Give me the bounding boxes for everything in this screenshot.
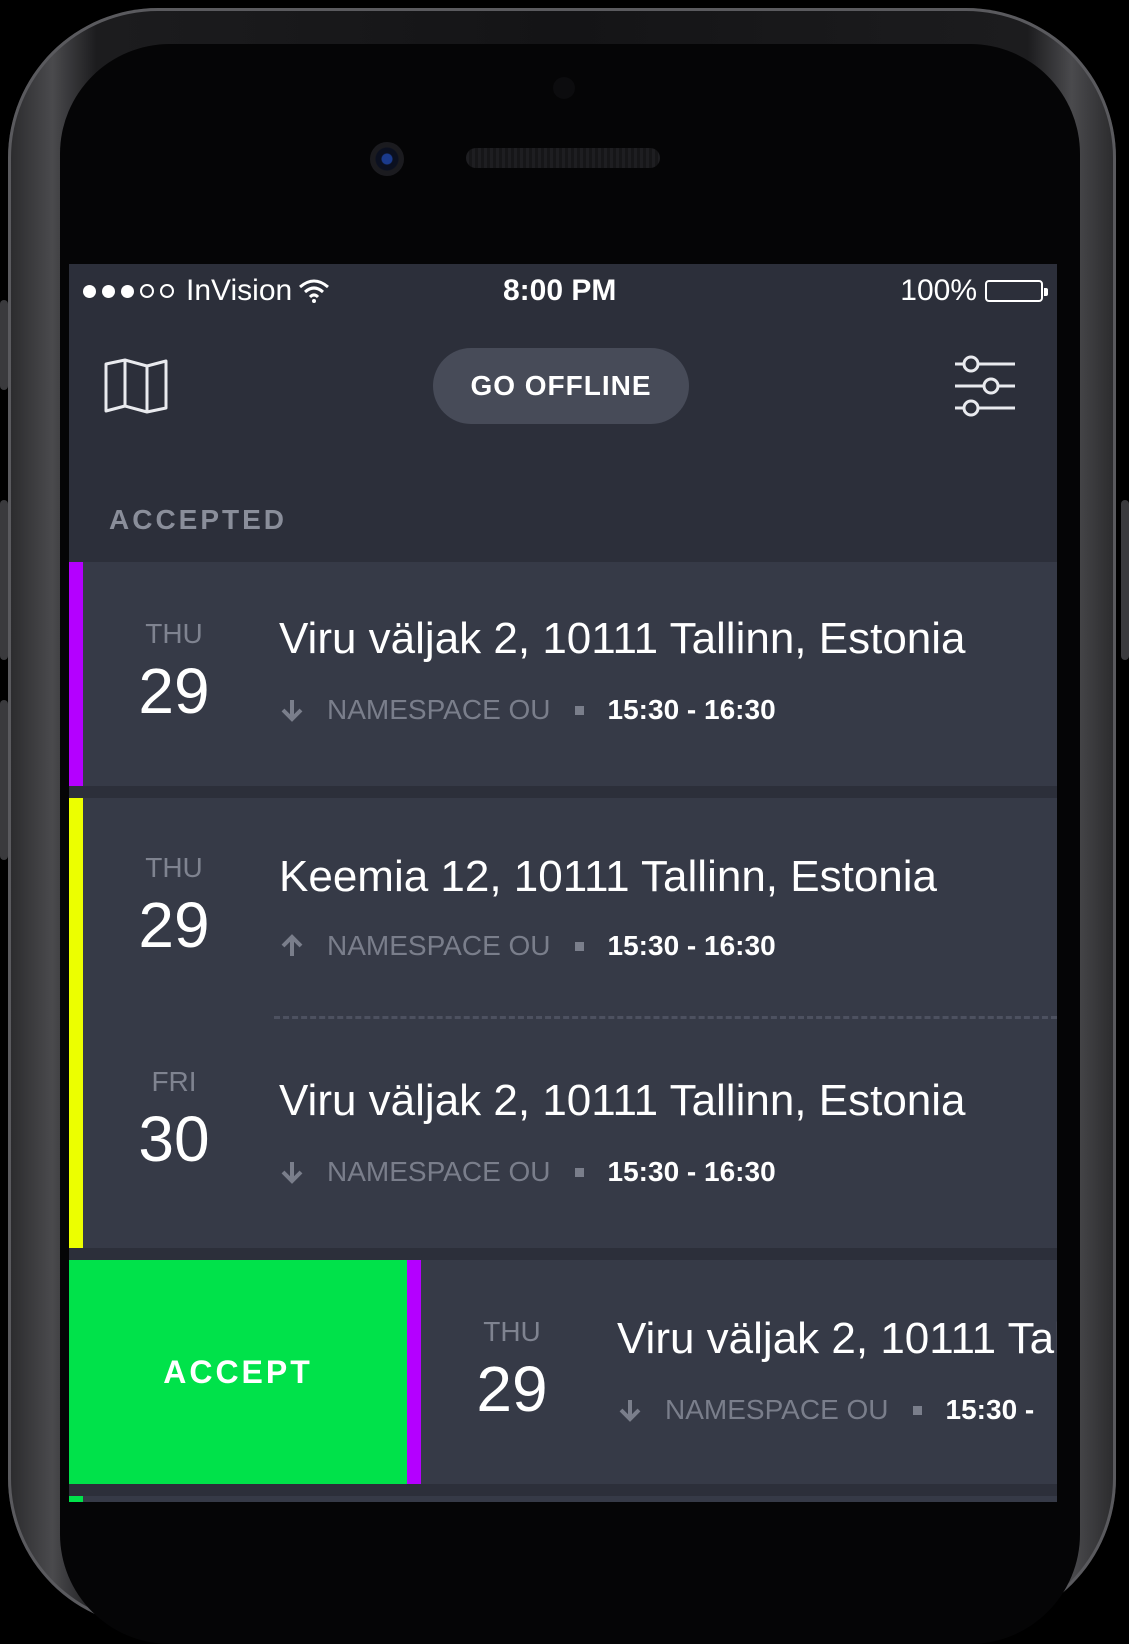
order-meta: NAMESPACE OU 15:30 - [617,1394,1034,1426]
company-name: NAMESPACE OU [327,930,551,961]
signal-dot [121,284,134,298]
separator-dot [574,1167,584,1177]
side-button-volume-down [0,700,8,860]
day-number: 29 [476,1353,548,1425]
battery-icon [985,280,1048,302]
separator-dot [574,941,584,951]
company-name: NAMESPACE OU [665,1394,889,1425]
map-icon[interactable] [103,358,169,414]
signal-dot [102,284,115,298]
time-range: 15:30 - 16:30 [607,1156,776,1187]
time-range: 15:30 - [945,1394,1035,1425]
order-address: Viru väljak 2, 10111 Tallinn, Estonia [279,1076,966,1125]
day-of-week: THU [483,1316,541,1347]
order-card-group[interactable]: THU 29 Keemia 12, 10111 Tallinn, Estonia… [69,798,1057,1248]
signal-dot-empty [160,284,174,298]
order-entry[interactable]: FRI 30 Viru väljak 2, 10111 Tallinn, Est… [69,1024,1057,1244]
arrow-down-icon [281,1162,303,1184]
arrow-up-icon [281,934,303,956]
app-screen: InVision 8:00 PM 100% GO OFFLINE ACCEPTE… [69,264,1057,1502]
order-entry[interactable]: THU 29 Viru väljak 2, 10111 Tallinn, Est… [69,562,1057,782]
next-card-edge [69,1496,1057,1502]
order-meta: NAMESPACE OU 15:30 - 16:30 [279,694,776,726]
day-of-week: FRI [151,1066,197,1097]
earpiece-speaker [466,148,660,168]
status-bar: InVision 8:00 PM 100% [69,264,1057,320]
time-range: 15:30 - 16:30 [607,930,776,961]
battery-percent: 100% [900,274,977,307]
signal-dot-empty [140,284,154,298]
order-address: Viru väljak 2, 10111 Tallinn, Estonia [279,614,966,663]
side-button-mute [0,300,8,390]
company-name: NAMESPACE OU [327,1156,551,1187]
day-number: 29 [138,655,210,727]
day-number: 29 [138,889,210,961]
separator-dot [912,1405,922,1415]
go-offline-button[interactable]: GO OFFLINE [433,348,689,424]
order-entry[interactable]: THU 29 Keemia 12, 10111 Tallinn, Estonia… [69,798,1057,1018]
order-address: Keemia 12, 10111 Tallinn, Estonia [279,852,938,901]
arrow-down-icon [619,1400,641,1422]
clock: 8:00 PM [503,274,617,307]
carrier-info: InVision [83,274,330,308]
dashed-divider [274,1016,1057,1019]
battery-status: 100% [900,274,1048,308]
time-range: 15:30 - 16:30 [607,694,776,725]
wifi-icon [299,279,330,303]
day-number: 30 [138,1103,210,1175]
company-name: NAMESPACE OU [327,694,551,725]
top-bar: GO OFFLINE [69,324,1057,444]
separator-dot [574,705,584,715]
day-of-week: THU [145,852,203,883]
order-card[interactable]: THU 29 Viru väljak 2, 10111 Tallinn, Est… [69,562,1057,786]
order-meta: NAMESPACE OU 15:30 - 16:30 [279,1156,776,1188]
side-button-power [1121,500,1129,660]
proximity-sensor [553,77,575,99]
arrow-down-icon [281,700,303,722]
carrier-name: InVision [186,274,293,307]
side-button-volume-up [0,500,8,660]
order-address: Viru väljak 2, 10111 Tal [617,1314,1057,1363]
day-of-week: THU [145,618,203,649]
front-camera [370,142,404,176]
order-card-swiped[interactable]: THU 29 Viru väljak 2, 10111 Tal NAMESPAC… [407,1260,1057,1484]
order-entry[interactable]: THU 29 Viru väljak 2, 10111 Tal NAMESPAC… [407,1260,1057,1480]
signal-dot [83,284,96,298]
section-title-accepted: ACCEPTED [109,504,288,535]
accept-button[interactable]: ACCEPT [69,1260,407,1484]
filter-sliders-icon[interactable] [953,354,1019,418]
order-meta: NAMESPACE OU 15:30 - 16:30 [279,930,776,962]
